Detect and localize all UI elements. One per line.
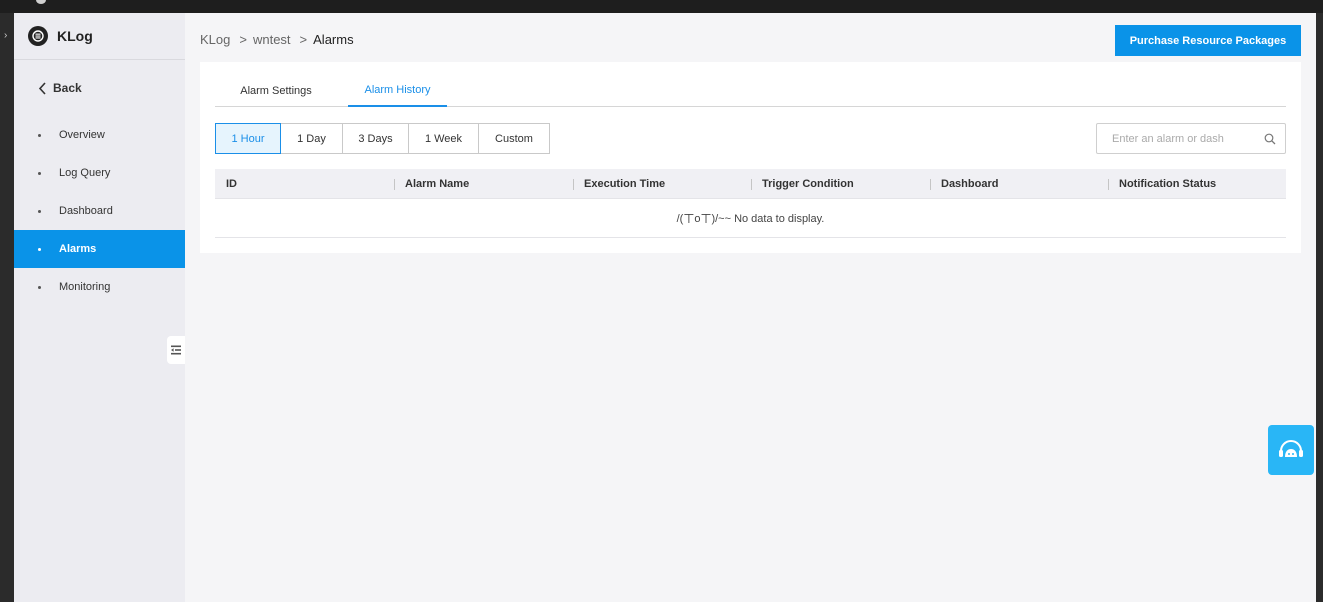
breadcrumb-separator: > [299,32,308,47]
brand: KLog [14,13,185,60]
sidebar-item-alarms[interactable]: Alarms [14,230,185,268]
column-header-notification-status: Notification Status [1108,169,1286,199]
search-icon[interactable] [1255,133,1285,145]
brand-name: KLog [57,28,93,44]
range-1-hour[interactable]: 1 Hour [215,123,281,154]
sidebar: KLog Back Overview Log Query Dashboard A… [14,13,185,602]
bullet-icon [38,285,41,289]
customer-service-icon [1279,440,1303,457]
chevron-left-icon [38,81,46,95]
sidebar-item-label: Overview [59,129,105,141]
column-header-trigger-condition: Trigger Condition [751,169,930,199]
empty-state: /(ㄒoㄒ)/~~ No data to display. [215,199,1286,238]
main-content: KLog > wntest > Alarms Purchase Resource… [185,13,1316,602]
sidebar-item-log-query[interactable]: Log Query [14,154,185,192]
sidebar-item-overview[interactable]: Overview [14,116,185,154]
alarm-panel: Alarm Settings Alarm History 1 Hour 1 Da… [200,62,1301,253]
sidebar-item-label: Log Query [59,167,111,179]
bullet-icon [38,171,41,175]
back-button[interactable]: Back [14,60,185,116]
tab-alarm-history[interactable]: Alarm History [348,74,447,107]
sidebar-item-label: Monitoring [59,281,111,293]
collapse-sidebar-icon [171,345,181,355]
sidebar-item-monitoring[interactable]: Monitoring [14,268,185,306]
klog-logo-icon [28,26,48,46]
range-custom[interactable]: Custom [478,123,550,154]
breadcrumb-item-wntest[interactable]: wntest [253,32,291,47]
range-1-day[interactable]: 1 Day [280,123,343,154]
window-top-bar [0,0,1323,13]
range-3-days[interactable]: 3 Days [342,123,409,154]
range-1-week[interactable]: 1 Week [408,123,479,154]
breadcrumb: KLog > wntest > Alarms [200,32,354,47]
column-header-id: ID [226,177,237,190]
sidebar-item-label: Alarms [59,243,97,255]
window-right-edge [1316,13,1323,602]
breadcrumb-item-klog[interactable]: KLog [200,32,230,47]
bullet-icon [38,133,41,137]
time-range-selector: 1 Hour 1 Day 3 Days 1 Week Custom [215,123,550,154]
table-header: ID Alarm Name Execution Time Trigger Con… [215,169,1286,199]
sidebar-item-dashboard[interactable]: Dashboard [14,192,185,230]
back-label: Back [53,81,82,95]
breadcrumb-separator: > [239,32,247,47]
bullet-icon [38,209,41,213]
breadcrumb-item-alarms: Alarms [313,32,354,47]
column-header-dashboard: Dashboard [930,169,1108,199]
alarm-history-table: ID Alarm Name Execution Time Trigger Con… [215,169,1286,238]
bullet-icon [38,247,41,251]
sidebar-item-label: Dashboard [59,205,113,217]
tab-alarm-settings[interactable]: Alarm Settings [215,74,337,107]
purchase-resource-packages-button[interactable]: Purchase Resource Packages [1115,25,1301,56]
column-header-alarm-name: Alarm Name [394,169,573,199]
tab-bar: Alarm Settings Alarm History [215,74,1286,107]
search-box [1096,123,1286,154]
customer-service-button[interactable] [1268,425,1314,475]
search-input[interactable] [1097,124,1255,153]
collapse-sidebar-button[interactable] [167,336,185,364]
column-header-execution-time: Execution Time [573,169,751,199]
window-left-edge: › [0,13,14,602]
